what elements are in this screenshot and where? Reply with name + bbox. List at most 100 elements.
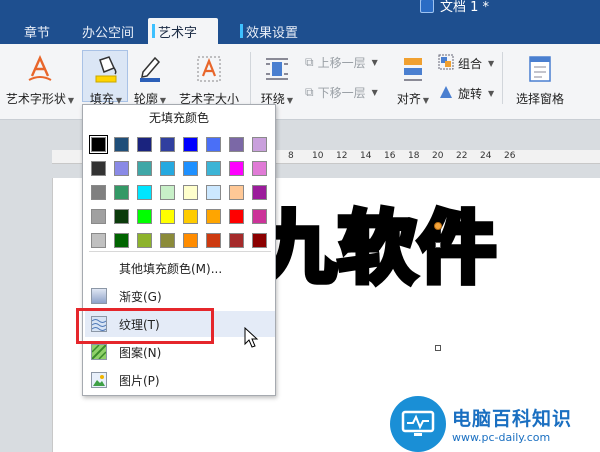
chevron-down-icon: ▼ bbox=[488, 89, 495, 98]
art-shape-label: 艺术字形状 bbox=[5, 92, 66, 106]
tab-chapter[interactable]: 章节 bbox=[20, 18, 54, 44]
color-swatch[interactable] bbox=[137, 161, 152, 176]
send-backward-label: 下移一层 bbox=[317, 86, 366, 100]
color-swatch[interactable] bbox=[183, 137, 198, 152]
color-swatch[interactable] bbox=[229, 233, 244, 248]
color-swatch[interactable] bbox=[137, 137, 152, 152]
bring-forward-button[interactable]: ⧉ 上移一层 ▼ bbox=[305, 54, 378, 71]
align-button[interactable]: 对齐 ▼ bbox=[394, 52, 432, 107]
color-swatch[interactable] bbox=[160, 233, 175, 248]
tab-marker bbox=[152, 24, 155, 38]
color-swatch[interactable] bbox=[229, 161, 244, 176]
chevron-down-icon: ▼ bbox=[67, 96, 75, 105]
art-size-button[interactable]: 艺术字大小 bbox=[176, 52, 242, 107]
chevron-down-icon: ▼ bbox=[371, 58, 378, 67]
tab-effect-settings[interactable]: 效果设置 bbox=[236, 18, 302, 44]
selection-pane-button[interactable]: 选择窗格 bbox=[510, 52, 570, 107]
window-title: 文档 1 * bbox=[420, 0, 489, 15]
window-title-text: 文档 1 * bbox=[440, 0, 490, 15]
color-swatch[interactable] bbox=[252, 185, 267, 200]
color-swatch[interactable] bbox=[114, 161, 129, 176]
ruler-tick: 10 bbox=[312, 151, 324, 161]
color-swatch[interactable] bbox=[91, 233, 106, 248]
color-swatch[interactable] bbox=[89, 135, 108, 154]
color-swatch[interactable] bbox=[229, 137, 244, 152]
color-swatch[interactable] bbox=[91, 209, 106, 224]
gradient-item[interactable]: 渐变(G) bbox=[85, 283, 275, 309]
color-swatch[interactable] bbox=[137, 233, 152, 248]
color-swatch[interactable] bbox=[183, 209, 198, 224]
chevron-down-icon: ▼ bbox=[488, 59, 495, 68]
tab-office-space[interactable]: 办公空间 bbox=[78, 18, 138, 44]
color-swatch[interactable] bbox=[252, 137, 267, 152]
send-backward-button[interactable]: ⧉ 下移一层 ▼ bbox=[305, 84, 378, 101]
document-icon bbox=[420, 0, 434, 13]
color-swatch[interactable] bbox=[183, 161, 198, 176]
color-swatch[interactable] bbox=[160, 185, 175, 200]
rotate-button[interactable]: 旋转 ▼ bbox=[438, 84, 494, 103]
tab-label: 艺术字 bbox=[158, 25, 198, 41]
tab-label: 办公空间 bbox=[82, 25, 135, 41]
bring-forward-icon: ⧉ bbox=[305, 55, 314, 69]
watermark-title: 电脑百科知识 bbox=[452, 408, 573, 430]
align-icon bbox=[400, 52, 426, 86]
color-swatch[interactable] bbox=[91, 185, 106, 200]
chevron-down-icon: ▼ bbox=[371, 88, 378, 97]
chevron-down-icon: ▼ bbox=[422, 96, 430, 105]
fill-dropdown-menu: 无填充颜色 其他填充颜色(M)... 渐变(G) 纹理(T) 图案(N) 图片(… bbox=[82, 104, 276, 396]
selection-pane-label: 选择窗格 bbox=[515, 92, 564, 106]
bring-forward-label: 上移一层 bbox=[317, 56, 366, 70]
color-swatch[interactable] bbox=[160, 161, 175, 176]
color-swatch[interactable] bbox=[114, 185, 129, 200]
color-swatch[interactable] bbox=[183, 185, 198, 200]
color-swatch[interactable] bbox=[114, 209, 129, 224]
color-swatch[interactable] bbox=[206, 233, 221, 248]
color-swatch[interactable] bbox=[206, 137, 221, 152]
more-fill-colors-item[interactable]: 其他填充颜色(M)... bbox=[85, 255, 275, 281]
color-swatch[interactable] bbox=[206, 209, 221, 224]
ruler-tick: 18 bbox=[408, 151, 420, 161]
rotate-label: 旋转 bbox=[458, 87, 483, 101]
color-swatch[interactable] bbox=[183, 233, 198, 248]
rotate-handle[interactable] bbox=[434, 222, 442, 230]
art-shape-button[interactable]: 艺术字形状 ▼ bbox=[4, 52, 76, 107]
color-swatch[interactable] bbox=[229, 185, 244, 200]
pattern-icon bbox=[91, 344, 107, 360]
resize-handle[interactable] bbox=[435, 345, 441, 351]
color-swatch[interactable] bbox=[91, 161, 106, 176]
ruler-tick: 24 bbox=[480, 151, 492, 161]
color-swatch[interactable] bbox=[229, 209, 244, 224]
color-swatch[interactable] bbox=[252, 233, 267, 248]
picture-label: 图片(P) bbox=[119, 373, 160, 388]
color-swatch[interactable] bbox=[114, 233, 129, 248]
gradient-icon bbox=[91, 288, 107, 304]
ribbon-tab-bar: 文档 1 * 章节 办公空间 艺术字 效果设置 bbox=[0, 0, 600, 44]
wps-window: 文档 1 * 章节 办公空间 艺术字 效果设置 艺术字形状 ▼ 填充 ▼ 轮廓 ▼ 艺… bbox=[0, 0, 600, 452]
color-swatch[interactable] bbox=[137, 185, 152, 200]
highlight-box bbox=[76, 308, 214, 344]
color-swatch[interactable] bbox=[160, 137, 175, 152]
color-swatch[interactable] bbox=[160, 209, 175, 224]
fill-bucket-icon bbox=[93, 52, 119, 86]
chevron-down-icon: ▼ bbox=[286, 96, 294, 105]
fill-button[interactable]: 填充 ▼ bbox=[84, 52, 128, 107]
tab-art-text[interactable]: 艺术字 bbox=[148, 18, 218, 44]
send-backward-icon: ⧉ bbox=[305, 85, 314, 99]
color-swatch[interactable] bbox=[252, 161, 267, 176]
color-swatch[interactable] bbox=[114, 137, 129, 152]
color-swatch[interactable] bbox=[137, 209, 152, 224]
color-swatch[interactable] bbox=[252, 209, 267, 224]
art-text-object[interactable]: 九软件 bbox=[255, 186, 499, 298]
color-swatch[interactable] bbox=[206, 185, 221, 200]
color-swatch[interactable] bbox=[206, 161, 221, 176]
color-palette bbox=[89, 135, 267, 248]
ruler-tick: 14 bbox=[360, 151, 372, 161]
picture-item[interactable]: 图片(P) bbox=[85, 367, 275, 393]
tab-marker bbox=[240, 24, 243, 38]
group-button[interactable]: 组合 ▼ bbox=[438, 54, 494, 73]
no-fill-option[interactable]: 无填充颜色 bbox=[83, 109, 275, 126]
wrap-button[interactable]: 环绕 ▼ bbox=[258, 52, 296, 107]
resize-handle[interactable] bbox=[435, 242, 441, 248]
outline-button[interactable]: 轮廓 ▼ bbox=[128, 52, 172, 107]
mouse-cursor-icon bbox=[244, 327, 259, 348]
